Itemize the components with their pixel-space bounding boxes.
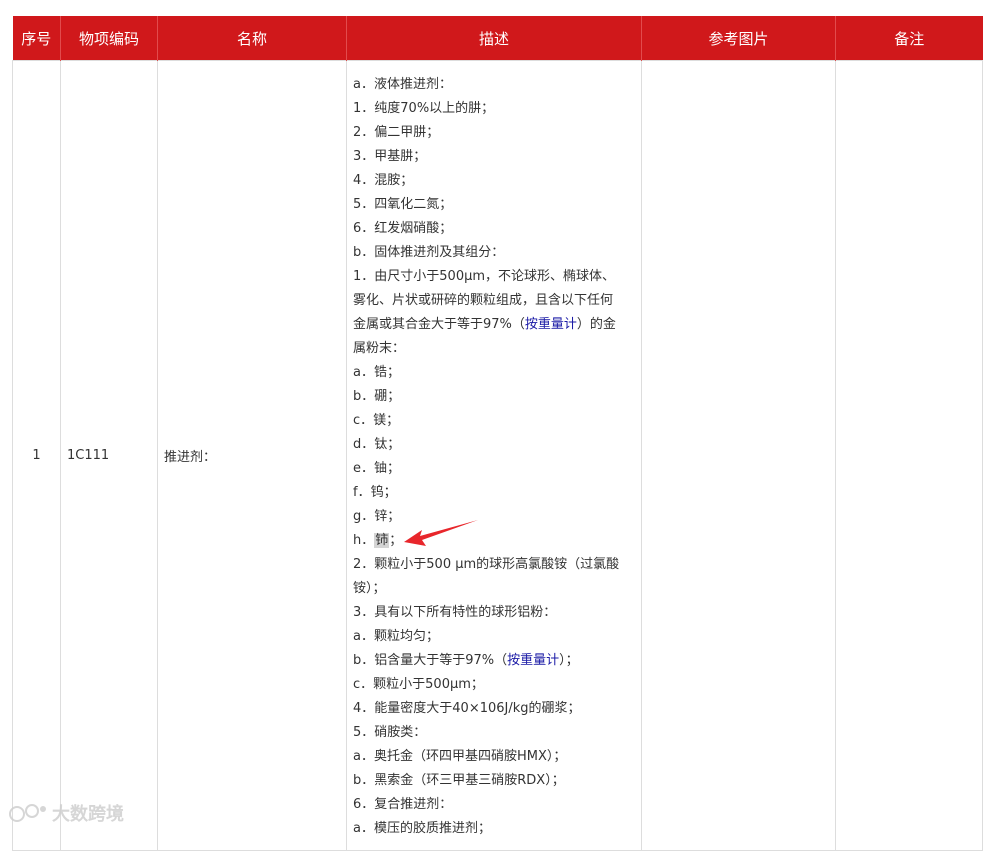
desc-line: g．锌； (353, 509, 401, 524)
desc-line: 金属或其合金大于等于97%（按重量计）的金 (353, 313, 635, 337)
desc-line: 2．偏二甲肼； (353, 125, 440, 140)
desc-line: 6．红发烟硝酸； (353, 221, 453, 236)
cell-reference-image (641, 60, 836, 851)
desc-line: 1．由尺寸小于500μm，不论球形、椭球体、 (353, 269, 616, 284)
desc-line: f．钨； (353, 485, 397, 500)
table-row: 1 1C111 推进剂： a．液体推进剂： 1．纯度70%以上的肼； 2．偏二甲… (12, 60, 983, 851)
desc-line: d．钛； (353, 437, 401, 452)
desc-line: a．锆； (353, 365, 400, 380)
table-header-row: 序号 物项编码 名称 描述 参考图片 备注 (12, 16, 983, 61)
desc-line: 雾化、片状或研碎的颗粒组成，且含以下任何 (353, 293, 614, 308)
cell-seq: 1 (12, 60, 61, 851)
desc-line: 5．硝胺类： (353, 725, 427, 740)
header-seq: 序号 (12, 16, 61, 61)
desc-line: a．奥托金（环四甲基四硝胺HMX）； (353, 749, 567, 764)
desc-line: 铵）； (353, 581, 386, 596)
watermark: 大数跨境 (8, 800, 124, 826)
desc-line: h．铈； (353, 529, 635, 553)
desc-line: b．黑索金（环三甲基三硝胺RDX）； (353, 773, 565, 788)
header-description: 描述 (346, 16, 642, 61)
by-weight-link[interactable]: 按重量计 (525, 317, 577, 332)
header-remark: 备注 (835, 16, 983, 61)
desc-line: a．液体推进剂： (353, 77, 452, 92)
cell-name: 推进剂： (157, 60, 347, 851)
desc-line: 4．能量密度大于40×106J/kg的硼浆； (353, 701, 581, 716)
desc-text: h． (353, 533, 375, 548)
watermark-text: 大数跨境 (52, 804, 124, 825)
cell-code: 1C111 (60, 60, 158, 851)
desc-line: e．铀； (353, 461, 400, 476)
highlighted-text: 铈 (374, 533, 390, 548)
header-name: 名称 (157, 16, 347, 61)
desc-line: a．模压的胶质推进剂； (353, 821, 491, 836)
desc-line: 1．纯度70%以上的肼； (353, 101, 495, 116)
desc-line: 3．具有以下所有特性的球形铝粉： (353, 605, 557, 620)
desc-text: ）； (559, 653, 579, 668)
desc-text: b．铝含量大于等于97%（ (353, 653, 508, 668)
by-weight-link[interactable]: 按重量计 (507, 653, 559, 668)
header-reference-image: 参考图片 (641, 16, 836, 61)
desc-text: ）的金 (576, 317, 616, 332)
desc-text: ； (389, 533, 403, 548)
desc-line: 6．复合推进剂： (353, 797, 453, 812)
desc-line: b．硼； (353, 389, 401, 404)
red-arrow-annotation (404, 520, 478, 546)
desc-line: 2．颗粒小于500 μm的球形高氯酸铵（过氯酸 (353, 557, 620, 572)
desc-line: 5．四氧化二氮； (353, 197, 453, 212)
desc-line: c．颗粒小于500μm； (353, 677, 484, 692)
desc-text: 金属或其合金大于等于97%（ (353, 317, 525, 332)
desc-line: 3．甲基肼； (353, 149, 427, 164)
desc-line: a．颗粒均匀； (353, 629, 439, 644)
export-control-table: 序号 物项编码 名称 描述 参考图片 备注 1 1C111 推进剂： a．液体推… (12, 16, 983, 851)
desc-line: b．固体推进剂及其组分： (353, 245, 505, 260)
cell-description: a．液体推进剂： 1．纯度70%以上的肼； 2．偏二甲肼； 3．甲基肼； 4．混… (346, 60, 642, 851)
desc-line: b．铝含量大于等于97%（按重量计）； (353, 649, 635, 673)
header-code: 物项编码 (60, 16, 158, 61)
export-control-table-container: 序号 物项编码 名称 描述 参考图片 备注 1 1C111 推进剂： a．液体推… (12, 16, 983, 851)
desc-line: 属粉末： (353, 341, 406, 356)
watermark-logo-icon (9, 804, 46, 822)
desc-line: 4．混胺； (353, 173, 414, 188)
cell-remark (835, 60, 983, 851)
desc-line: c．镁； (353, 413, 400, 428)
